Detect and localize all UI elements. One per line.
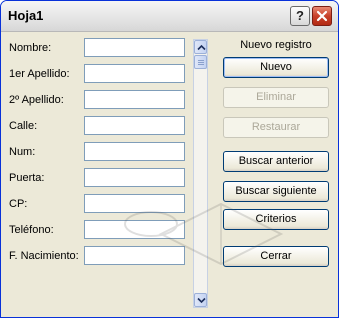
label-num: Num: xyxy=(9,146,36,158)
label-telefono: Teléfono: xyxy=(9,224,54,236)
label-1er-apellido: 1er Apellido: xyxy=(9,68,70,80)
label-cp: CP: xyxy=(9,198,28,210)
eliminar-button[interactable]: Eliminar xyxy=(223,87,329,108)
help-button[interactable]: ? xyxy=(290,6,310,26)
dialog-body: Nombre: 1er Apellido: 2º Apellido: Calle… xyxy=(1,32,338,317)
nuevo-button[interactable]: Nuevo xyxy=(223,57,329,78)
label-2o-apellido: 2º Apellido: xyxy=(9,94,64,106)
scroll-up-button[interactable] xyxy=(194,40,207,54)
nombre-field[interactable] xyxy=(84,38,185,57)
buscar-anterior-button[interactable]: Buscar anterior xyxy=(223,151,329,172)
num-field[interactable] xyxy=(84,142,185,161)
scroll-thumb[interactable] xyxy=(194,55,207,69)
record-scrollbar[interactable] xyxy=(193,39,208,308)
chevron-up-icon xyxy=(197,44,206,51)
restaurar-button[interactable]: Restaurar xyxy=(223,117,329,138)
label-nombre: Nombre: xyxy=(9,42,52,54)
window-title: Hoja1 xyxy=(8,8,44,23)
data-form-dialog: Hoja1 ? Nombre: 1er Apellido: 2º Apellid… xyxy=(0,0,339,318)
close-button[interactable] xyxy=(312,6,332,26)
chevron-down-icon xyxy=(197,297,206,304)
close-icon xyxy=(316,10,328,22)
label-calle: Calle: xyxy=(9,120,38,132)
puerta-field[interactable] xyxy=(84,168,185,187)
1er-apellido-field[interactable] xyxy=(84,64,185,83)
telefono-field[interactable] xyxy=(84,220,185,239)
f-nacimiento-field[interactable] xyxy=(84,246,185,265)
criterios-button[interactable]: Criterios xyxy=(223,209,329,230)
title-bar[interactable]: Hoja1 ? xyxy=(1,1,338,32)
record-caption: Nuevo registro xyxy=(240,39,312,51)
2o-apellido-field[interactable] xyxy=(84,90,185,109)
calle-field[interactable] xyxy=(84,116,185,135)
cerrar-button[interactable]: Cerrar xyxy=(223,246,329,267)
cp-field[interactable] xyxy=(84,194,185,213)
help-icon: ? xyxy=(296,8,304,23)
scroll-down-button[interactable] xyxy=(194,293,207,307)
label-puerta: Puerta: xyxy=(9,172,45,184)
buscar-siguiente-button[interactable]: Buscar siguiente xyxy=(223,181,329,202)
label-f-nacimiento: F. Nacimiento: xyxy=(9,250,79,262)
